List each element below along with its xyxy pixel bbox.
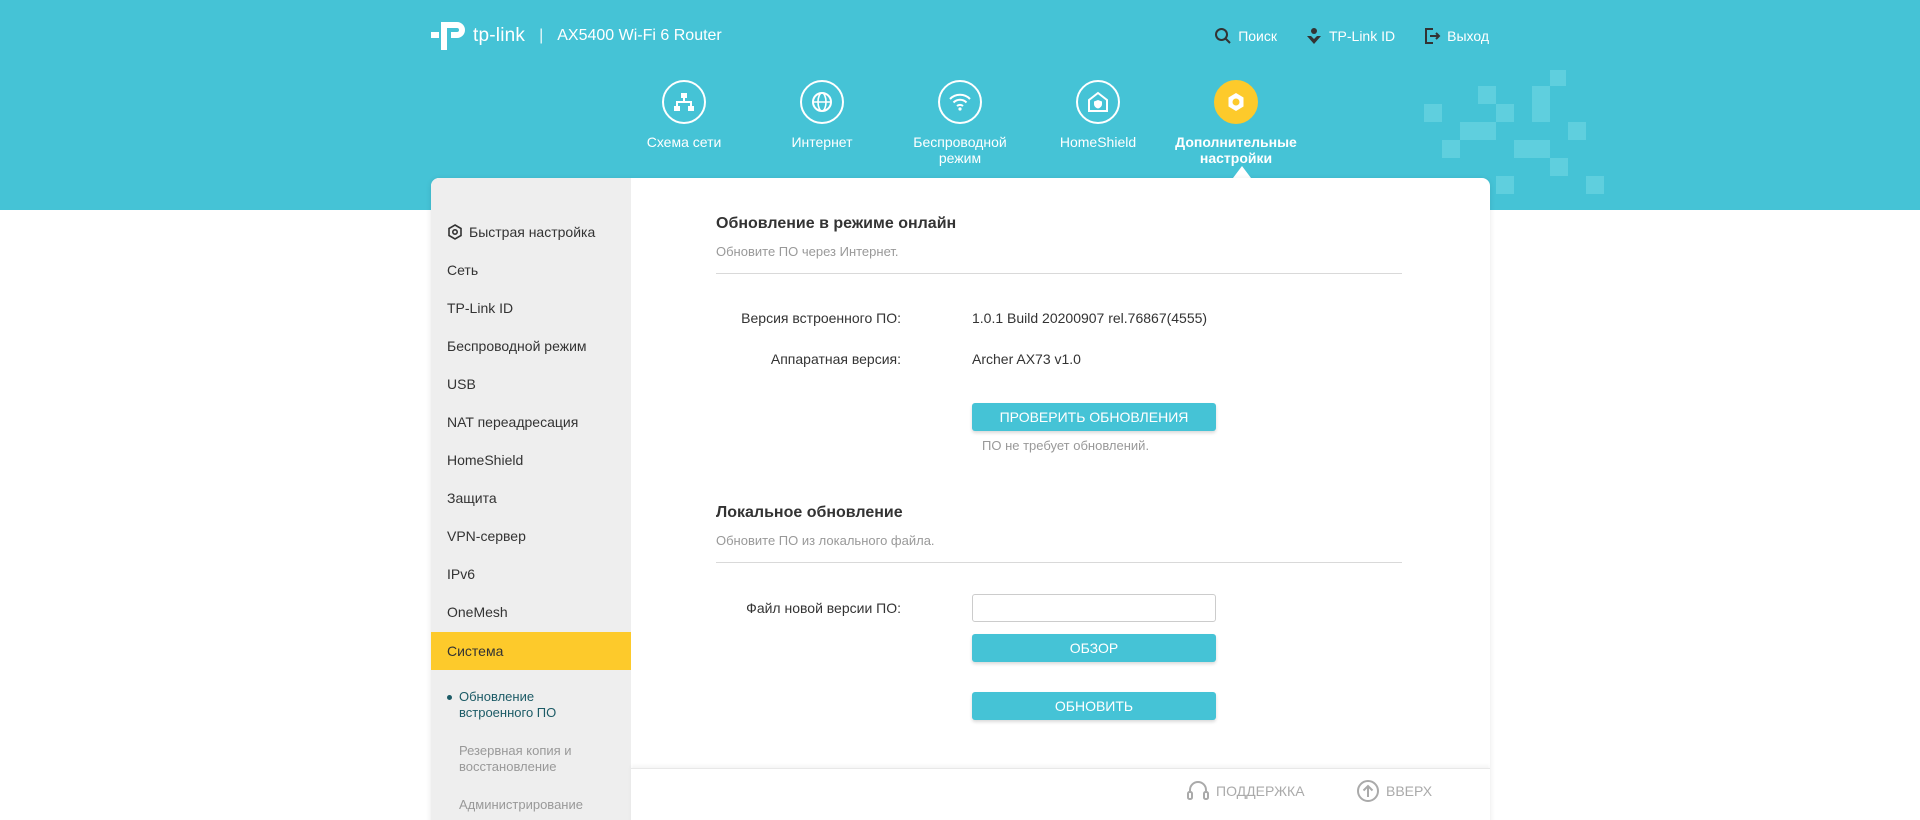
online-update-title: Обновление в режиме онлайн [716,215,957,232]
sidebar-item-label: OneMesh [447,604,508,620]
active-nav-pointer [1233,166,1251,178]
nav-wireless-label-line1: Беспроводной [913,134,1007,150]
tplink-id-button[interactable]: TP-Link ID [1305,27,1395,45]
nav-advanced[interactable]: Дополнительные настройки [1166,80,1306,166]
local-update-title: Локальное обновление [716,504,903,521]
headset-icon [1187,781,1209,800]
hardware-version-value: Archer AX73 v1.0 [972,351,1081,367]
sidebar-item-label: VPN-сервер [447,528,526,544]
back-to-top-button[interactable]: ВВЕРХ [1356,779,1432,803]
nav-network-map-label: Схема сети [646,134,722,150]
new-firmware-file-label: Файл новой версии ПО: [746,600,901,616]
nav-wireless-label-line2: режим [938,150,982,166]
subitem-label-line1: Обновление [459,689,535,704]
brand-separator: | [539,27,544,44]
homeshield-icon [1088,91,1108,112]
nav-advanced-label-line2: настройки [1199,150,1273,166]
gear-icon [1228,93,1244,111]
support-label: ПОДДЕРЖКА [1216,783,1305,799]
sidebar-subitem-firmware-update[interactable]: Обновление встроенного ПО [447,689,627,721]
update-button[interactable]: ОБНОВИТЬ [972,692,1216,720]
sidebar-item-label: USB [447,376,476,392]
sidebar-item-tplink-id[interactable]: TP-Link ID [431,289,631,327]
browse-button[interactable]: ОБЗОР [972,634,1216,662]
logo-text: tp-link [473,25,526,46]
sidebar-item-label: Система [447,643,504,659]
firmware-version-label: Версия встроенного ПО: [741,310,901,326]
sidebar-item-security[interactable]: Защита [431,479,631,517]
nav-advanced-label-line1: Дополнительные [1175,134,1297,150]
nav-network-map[interactable]: Схема сети [614,80,754,150]
content-area: Обновление в режиме онлайн Обновите ПО ч… [631,178,1490,820]
sidebar-item-homeshield[interactable]: HomeShield [431,441,631,479]
network-map-icon [674,93,694,111]
sidebar-item-label: Сеть [447,262,479,278]
tplink-id-icon [1306,28,1321,44]
nav-internet-label: Интернет [791,134,853,150]
nav-internet[interactable]: Интернет [752,80,892,150]
update-status-text: ПО не требует обновлений. [982,438,1150,453]
quick-setup-icon [448,224,462,240]
search-icon [1215,28,1231,44]
online-update-desc: Обновите ПО через Интернет. [716,244,899,259]
globe-icon [812,92,832,112]
firmware-version-value: 1.0.1 Build 20200907 rel.76867(4555) [972,310,1208,326]
sidebar: Быстрая настройка Сеть TP-Link ID Беспро… [431,178,631,820]
sidebar-item-label: IPv6 [447,566,476,582]
check-updates-button[interactable]: ПРОВЕРИТЬ ОБНОВЛЕНИЯ [972,403,1216,431]
section-divider [716,273,1402,274]
sidebar-item-label: Защита [447,490,497,506]
nav-homeshield[interactable]: HomeShield [1028,80,1168,150]
tplink-logo-icon [431,22,465,50]
sidebar-subitem-administration[interactable]: Администрирование [447,797,627,813]
sidebar-item-label: Беспроводной режим [447,338,587,354]
search-button[interactable]: Поиск [1214,27,1277,45]
sidebar-item-network[interactable]: Сеть [431,251,631,289]
main-card: Быстрая настройка Сеть TP-Link ID Беспро… [431,178,1490,820]
search-label: Поиск [1238,28,1277,44]
section-divider [716,562,1402,563]
logout-button[interactable]: Выход [1423,27,1489,45]
subitem-label-line2: встроенного ПО [459,705,557,720]
sidebar-item-nat[interactable]: NAT переадресация [431,403,631,441]
tplink-id-label: TP-Link ID [1328,28,1396,44]
sidebar-item-system[interactable]: Система [431,632,631,670]
sidebar-item-quick-setup[interactable]: Быстрая настройка [431,213,631,251]
arrow-up-circle-icon [1357,780,1379,802]
sidebar-item-label: Быстрая настройка [469,224,596,240]
support-button[interactable]: ПОДДЕРЖКА [1186,779,1305,803]
sidebar-item-label: HomeShield [447,452,524,468]
nav-wireless[interactable]: Беспроводной режим [890,80,1030,166]
footer-bar: ПОДДЕРЖКА ВВЕРХ [631,768,1490,820]
subitem-label-line2: восстановление [459,759,557,774]
sidebar-item-wireless[interactable]: Беспроводной режим [431,327,631,365]
nav-homeshield-label: HomeShield [1059,134,1137,150]
sidebar-item-vpn-server[interactable]: VPN-сервер [431,517,631,555]
top-actions: Поиск TP-Link ID Выход [1214,27,1489,45]
router-model: AX5400 Wi-Fi 6 Router [557,27,722,44]
subitem-label-line1: Резервная копия и [459,743,572,758]
brand: tp-link | AX5400 Wi-Fi 6 Router [431,18,722,54]
firmware-file-input[interactable] [972,594,1216,622]
sidebar-subitem-backup-restore[interactable]: Резервная копия и восстановление [447,743,627,775]
sidebar-item-label: TP-Link ID [447,300,514,316]
sidebar-item-ipv6[interactable]: IPv6 [431,555,631,593]
sidebar-item-onemesh[interactable]: OneMesh [431,593,631,631]
sidebar-item-usb[interactable]: USB [431,365,631,403]
local-update-desc: Обновите ПО из локального файла. [716,533,935,548]
logout-label: Выход [1447,28,1489,44]
subitem-label-line1: Администрирование [459,797,583,812]
sidebar-item-label: NAT переадресация [447,414,579,430]
logout-icon [1425,28,1441,44]
hardware-version-label: Аппаратная версия: [770,351,901,367]
back-to-top-label: ВВЕРХ [1386,783,1433,799]
wifi-icon [949,93,971,111]
